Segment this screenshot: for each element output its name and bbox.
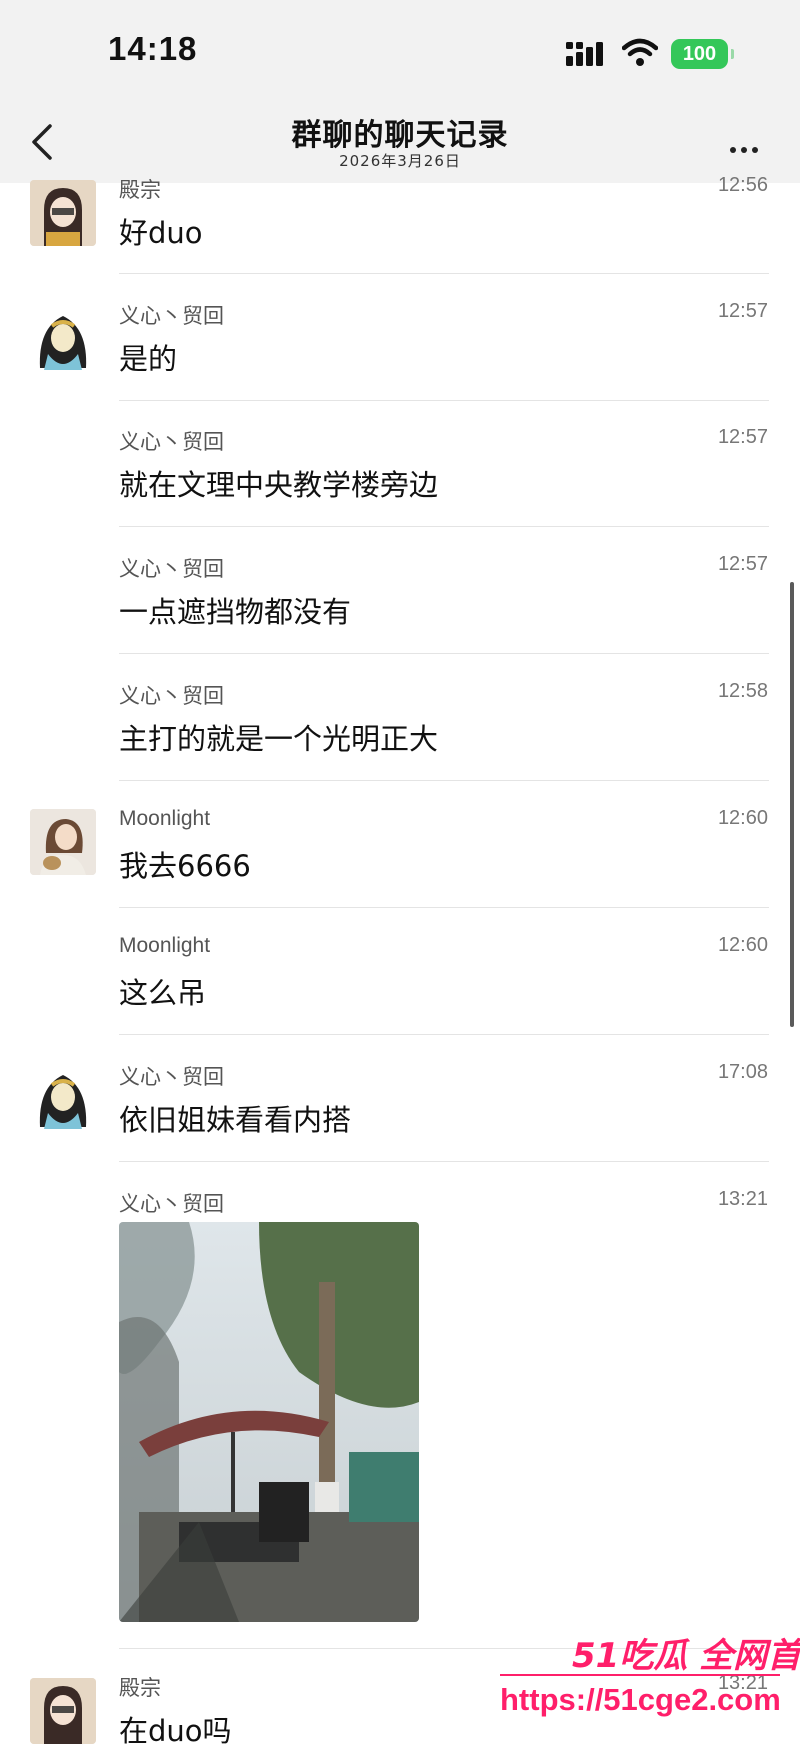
message-sender: 义心丶贸回 bbox=[119, 431, 224, 454]
message-time: 12:60 bbox=[717, 934, 768, 956]
divider bbox=[119, 1034, 769, 1035]
scrollbar[interactable] bbox=[790, 582, 794, 1027]
message-text[interactable]: 好duo bbox=[119, 210, 203, 252]
message-item: 殿宗 12:56 好duo bbox=[0, 160, 800, 275]
message-time: 12:57 bbox=[717, 426, 768, 448]
divider bbox=[119, 653, 769, 654]
page-title: 群聊的聊天记录 bbox=[291, 118, 509, 153]
avatar[interactable] bbox=[30, 1067, 96, 1133]
battery-icon: 100 bbox=[671, 39, 734, 69]
message-item: Moonlight 12:60 我去6666 bbox=[0, 807, 800, 909]
message-sender: 义心丶贸回 bbox=[119, 558, 224, 581]
more-icon[interactable] bbox=[730, 138, 763, 157]
status-bar: 14:18 100 bbox=[0, 0, 800, 100]
watermark-line bbox=[500, 1674, 780, 1676]
message-sender: 义心丶贸回 bbox=[119, 1193, 224, 1216]
wifi-icon bbox=[622, 38, 658, 66]
message-text[interactable]: 这么吊 bbox=[119, 970, 206, 1012]
message-text[interactable]: 主打的就是一个光明正大 bbox=[119, 716, 438, 758]
message-photo[interactable] bbox=[119, 1222, 419, 1622]
avatar[interactable] bbox=[30, 1678, 96, 1744]
message-text[interactable]: 依旧姐妹看看内搭 bbox=[119, 1097, 351, 1139]
avatar[interactable] bbox=[30, 180, 96, 246]
watermark-brand: 51吃瓜 全网首发 bbox=[572, 1636, 800, 1676]
divider bbox=[119, 1161, 769, 1162]
divider bbox=[119, 907, 769, 908]
message-text[interactable]: 是的 bbox=[119, 336, 177, 378]
message-sender: 义心丶贸回 bbox=[119, 685, 224, 708]
message-time: 12:57 bbox=[717, 553, 768, 575]
avatar[interactable] bbox=[30, 308, 96, 374]
message-text[interactable]: 一点遮挡物都没有 bbox=[119, 589, 351, 631]
message-item: Moonlight 12:60 这么吊 bbox=[0, 934, 800, 1036]
message-item: 义心丶贸回 12:57 一点遮挡物都没有 bbox=[0, 553, 800, 655]
message-time: 12:56 bbox=[717, 174, 768, 196]
message-time: 12:57 bbox=[717, 300, 768, 322]
message-time: 17:08 bbox=[717, 1061, 768, 1083]
message-item: 义心丶贸回 12:57 是的 bbox=[0, 300, 800, 402]
message-sender: 殿宗 bbox=[119, 179, 161, 202]
message-sender: Moonlight bbox=[119, 934, 211, 957]
message-sender: 义心丶贸回 bbox=[119, 1066, 224, 1089]
message-time: 13:21 bbox=[717, 1188, 768, 1210]
message-time: 12:60 bbox=[717, 807, 768, 829]
message-sender: 殿宗 bbox=[119, 1677, 161, 1700]
message-text[interactable]: 就在文理中央教学楼旁边 bbox=[119, 462, 438, 504]
message-sender: 义心丶贸回 bbox=[119, 305, 224, 328]
divider bbox=[119, 526, 769, 527]
message-time: 12:58 bbox=[717, 680, 768, 702]
message-text[interactable]: 在duo吗 bbox=[119, 1708, 232, 1750]
message-item: 义心丶贸回 17:08 依旧姐妹看看内搭 bbox=[0, 1061, 800, 1163]
signal-icon bbox=[566, 42, 603, 66]
divider bbox=[119, 780, 769, 781]
status-time: 14:18 bbox=[108, 30, 198, 67]
watermark-url: https://51cge2.com bbox=[500, 1682, 781, 1717]
message-item: 义心丶贸回 12:58 主打的就是一个光明正大 bbox=[0, 680, 800, 782]
avatar[interactable] bbox=[30, 809, 96, 875]
message-text[interactable]: 我去6666 bbox=[119, 843, 251, 885]
divider bbox=[119, 400, 769, 401]
divider bbox=[119, 273, 769, 274]
message-item: 义心丶贸回 12:57 就在文理中央教学楼旁边 bbox=[0, 426, 800, 528]
message-sender: Moonlight bbox=[119, 807, 211, 830]
